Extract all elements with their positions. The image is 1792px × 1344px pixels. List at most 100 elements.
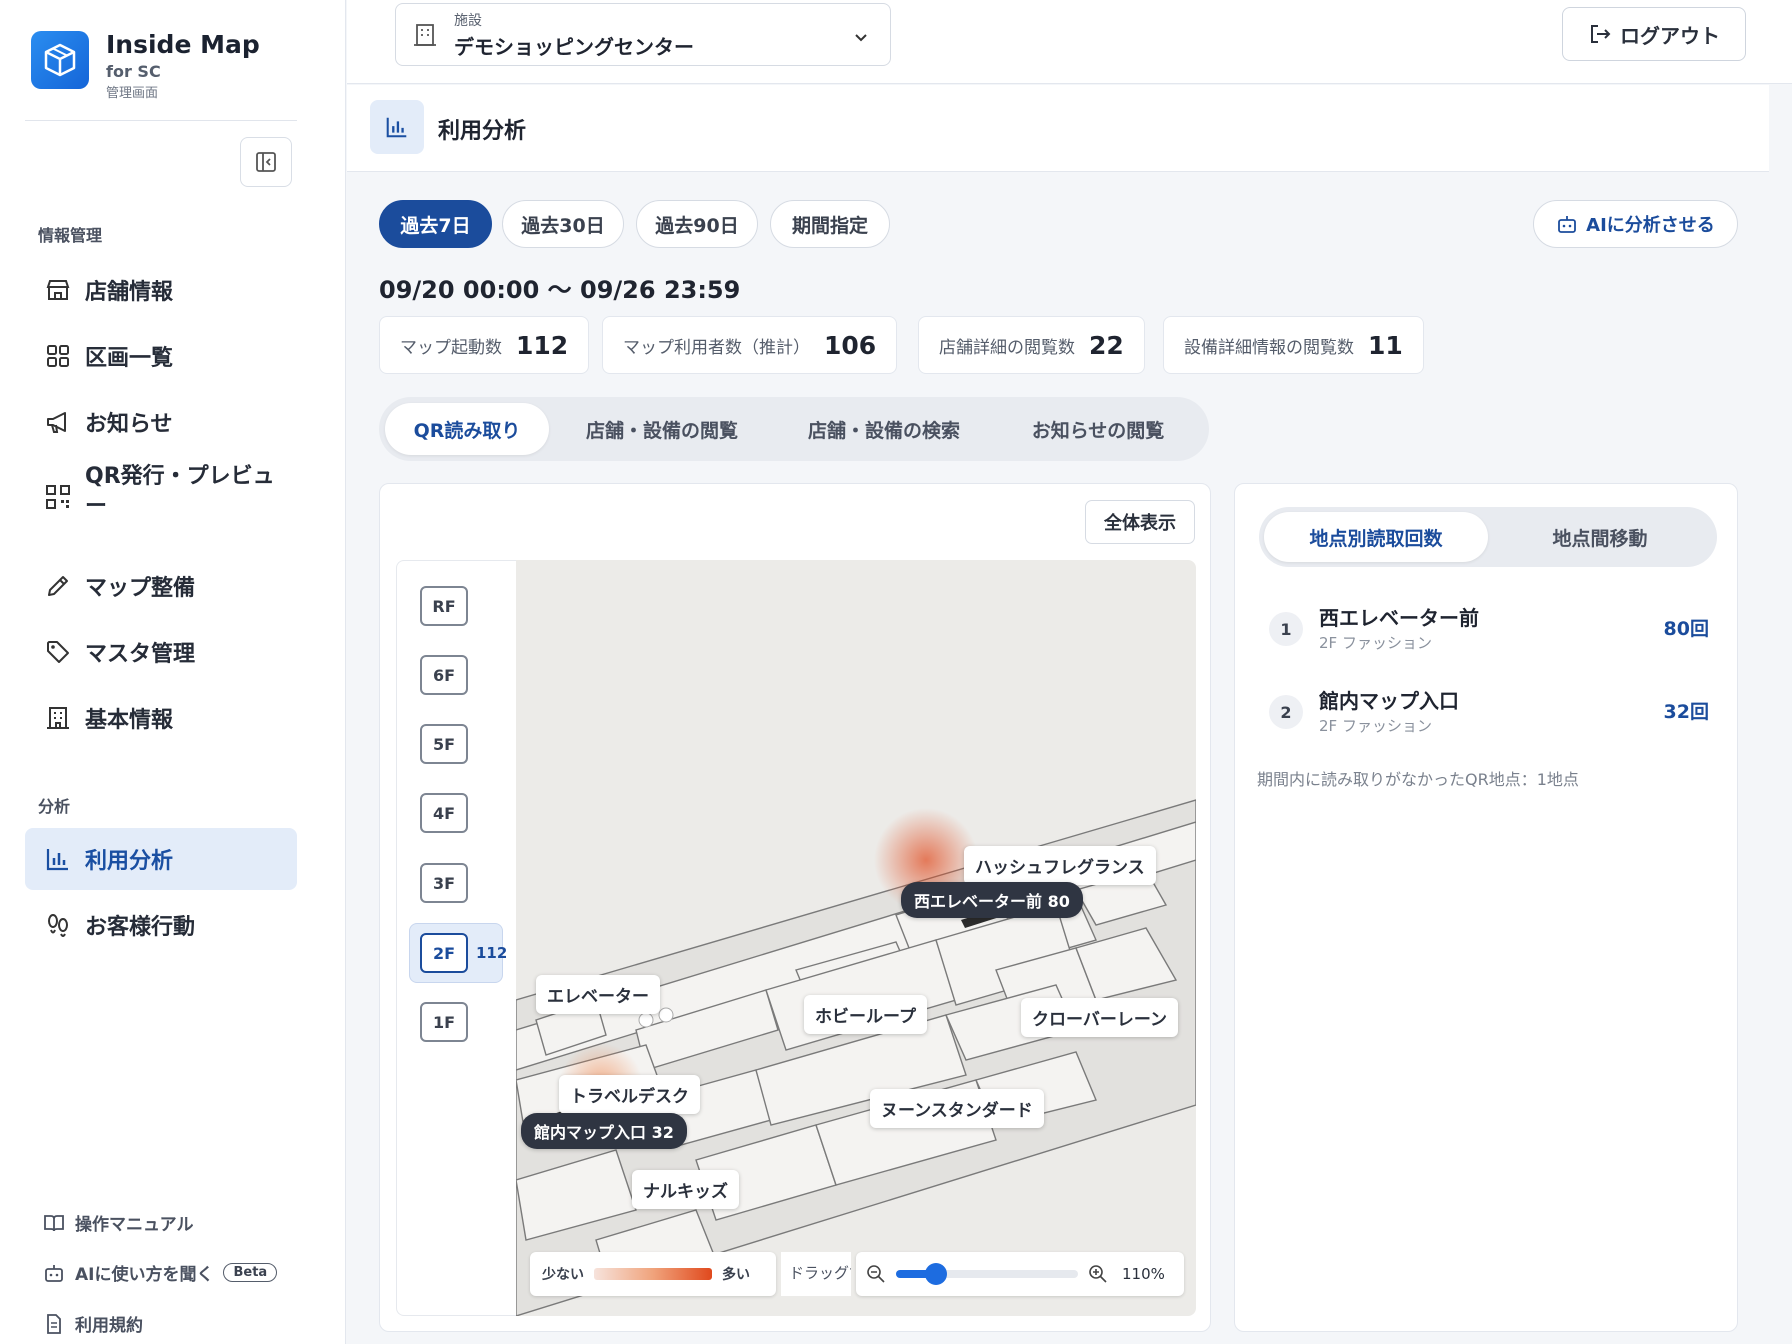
- sidebar-item-news[interactable]: お知らせ: [25, 391, 297, 453]
- sidebar-item-label: 区画一覧: [85, 346, 174, 371]
- map-label-hash-fragrance[interactable]: ハッシュフレグランス: [964, 846, 1156, 885]
- floor-button-2f[interactable]: 2F: [420, 933, 468, 973]
- map-label-hobby-loop[interactable]: ホビーループ: [804, 995, 927, 1034]
- logout-button[interactable]: ログアウト: [1562, 7, 1746, 61]
- brand[interactable]: Inside Map for SC 管理画面: [31, 30, 260, 101]
- map-label-west-elevator[interactable]: 西エレベーター前 80: [901, 882, 1083, 918]
- manual-link[interactable]: 操作マニュアル: [43, 1210, 194, 1235]
- floor-button-rf[interactable]: RF: [420, 586, 468, 626]
- rank-subtitle: 2F ファッション: [1319, 717, 1432, 735]
- rank-count: 80回: [1663, 618, 1709, 640]
- collapse-sidebar-button[interactable]: [240, 137, 292, 187]
- stat-label: 店舗詳細の閲覧数: [939, 337, 1075, 358]
- terms-link[interactable]: 利用規約: [43, 1311, 143, 1336]
- zoom-slider-handle[interactable]: [925, 1263, 948, 1285]
- drag-hint: ドラッグで移動: [781, 1252, 851, 1296]
- floor-button-6f[interactable]: 6F: [420, 655, 468, 695]
- sidebar-item-usage-analysis[interactable]: 利用分析: [25, 828, 297, 890]
- tab-news-view[interactable]: お知らせの閲覧: [993, 403, 1203, 455]
- stat-label: マップ起動数: [400, 337, 502, 358]
- period-30days-button[interactable]: 過去30日: [502, 200, 624, 248]
- map-canvas[interactable]: ハッシュフレグランス 西エレベーター前 80 エレベーター ホビーループ クロー…: [516, 560, 1196, 1316]
- bar-chart-icon: [43, 844, 73, 874]
- sidebar-item-label: 店舗情報: [85, 280, 174, 305]
- bar-chart-icon: [370, 100, 424, 154]
- period-90days-button[interactable]: 過去90日: [636, 200, 758, 248]
- sidebar-item-label: お知らせ: [85, 412, 173, 437]
- no-reads-note: 期間内に読み取りがなかったQR地点：1地点: [1257, 770, 1579, 789]
- stat-map-launches: マップ起動数 112: [379, 316, 590, 374]
- tab-movement-between-points[interactable]: 地点間移動: [1488, 512, 1712, 562]
- stat-map-users: マップ利用者数（推計） 106: [602, 316, 898, 374]
- topbar: 施設 デモショッピングセンター ログアウト: [347, 0, 1792, 84]
- logout-label: ログアウト: [1620, 23, 1720, 48]
- facility-value: デモショッピングセンター: [454, 34, 694, 59]
- ranking-row[interactable]: 2 館内マップ入口 2F ファッション 32回: [1269, 685, 1709, 745]
- floor-button-3f[interactable]: 3F: [420, 863, 468, 903]
- floor-button-5f[interactable]: 5F: [420, 724, 468, 764]
- logout-icon: [1591, 25, 1611, 43]
- tag-icon: [43, 637, 73, 667]
- map-label-elevator[interactable]: エレベーター: [536, 975, 660, 1014]
- floor-button-1f[interactable]: 1F: [420, 1002, 468, 1042]
- sidebar-item-sections[interactable]: 区画一覧: [25, 325, 297, 387]
- stat-store-detail-views: 店舗詳細の閲覧数 22: [918, 316, 1145, 374]
- fit-all-button[interactable]: 全体表示: [1085, 500, 1195, 544]
- floor-selector: RF 6F 5F 4F 3F 2F 112 1F: [396, 560, 516, 1316]
- map-panel: 全体表示 RF 6F 5F 4F 3F 2F 112 1F ハッシュフレグランス…: [379, 483, 1211, 1332]
- stat-value: 22: [1089, 330, 1124, 360]
- rank-subtitle: 2F ファッション: [1319, 634, 1432, 652]
- megaphone-icon: [43, 407, 73, 437]
- facility-select[interactable]: 施設 デモショッピングセンター: [395, 3, 891, 66]
- sidebar-item-label: マスタ管理: [85, 642, 196, 667]
- sidebar-item-label: 利用分析: [85, 849, 174, 874]
- map-label-clover-lane[interactable]: クローバーレーン: [1021, 998, 1178, 1037]
- manual-label: 操作マニュアル: [75, 1215, 194, 1235]
- tab-store-search[interactable]: 店舗・設備の検索: [779, 403, 989, 455]
- ai-help-link[interactable]: AIに使い方を聞く Beta: [43, 1260, 278, 1285]
- sidebar-item-customer-behavior[interactable]: お客様行動: [25, 894, 297, 956]
- ranking-subtabs: 地点別読取回数 地点間移動: [1259, 507, 1717, 567]
- pencil-icon: [43, 571, 73, 601]
- sidebar-item-basic-info[interactable]: 基本情報: [25, 687, 297, 749]
- ai-analyze-button[interactable]: AIに分析させる: [1533, 200, 1738, 248]
- sidebar-item-qr[interactable]: QR発行・プレビュー: [25, 458, 297, 538]
- heat-legend: 少ない 多い: [530, 1252, 776, 1296]
- period-custom-button[interactable]: 期間指定: [770, 200, 890, 248]
- map-label-travel-desk[interactable]: トラベルデスク: [559, 1075, 700, 1114]
- ranking-row[interactable]: 1 西エレベーター前 2F ファッション 80回: [1269, 602, 1709, 662]
- sidebar-item-store-info[interactable]: 店舗情報: [25, 259, 297, 321]
- divider: [25, 120, 297, 121]
- period-7days-button[interactable]: 過去7日: [379, 200, 492, 248]
- zoom-out-icon[interactable]: [866, 1264, 886, 1284]
- zoom-in-icon[interactable]: [1088, 1264, 1108, 1284]
- sidebar-collapse-icon: [256, 152, 276, 172]
- building-icon: [414, 23, 436, 46]
- sidebar-item-master[interactable]: マスタ管理: [25, 621, 297, 683]
- sidebar-item-map-maintenance[interactable]: マップ整備: [25, 555, 297, 617]
- stat-label: 設備詳細情報の閲覧数: [1184, 337, 1354, 358]
- stat-value: 112: [516, 330, 569, 360]
- robot-icon: [43, 1262, 65, 1284]
- tab-read-count-by-point[interactable]: 地点別読取回数: [1264, 512, 1488, 562]
- stat-label: マップ利用者数（推計）: [623, 337, 810, 358]
- floor-button-4f[interactable]: 4F: [420, 793, 468, 833]
- chevron-down-icon: [855, 34, 867, 42]
- tab-qr-read[interactable]: QR読み取り: [385, 403, 549, 455]
- map-label-noon-standard[interactable]: ヌーンスタンダード: [870, 1089, 1044, 1128]
- map-label-map-entrance[interactable]: 館内マップ入口 32: [521, 1113, 687, 1149]
- zoom-slider[interactable]: [896, 1263, 1078, 1285]
- floor-selected[interactable]: 2F 112: [409, 923, 507, 983]
- section-label-analysis: 分析: [38, 797, 71, 816]
- legend-high-label: 多い: [722, 1267, 750, 1283]
- rank-name: 西エレベーター前: [1319, 606, 1479, 630]
- section-label-info: 情報管理: [38, 226, 103, 245]
- map-label-naru-kids[interactable]: ナルキッズ: [632, 1170, 739, 1209]
- brand-title: Inside Map: [106, 30, 260, 59]
- sidebar: Inside Map for SC 管理画面 情報管理 店舗情報 区画一覧 お知…: [0, 0, 346, 1344]
- stat-value: 106: [824, 330, 877, 360]
- cube-logo-icon: [31, 31, 89, 89]
- tab-store-view[interactable]: 店舗・設備の閲覧: [557, 403, 767, 455]
- zoom-level: 110%: [1122, 1265, 1165, 1283]
- ai-analyze-label: AIに分析させる: [1586, 215, 1715, 236]
